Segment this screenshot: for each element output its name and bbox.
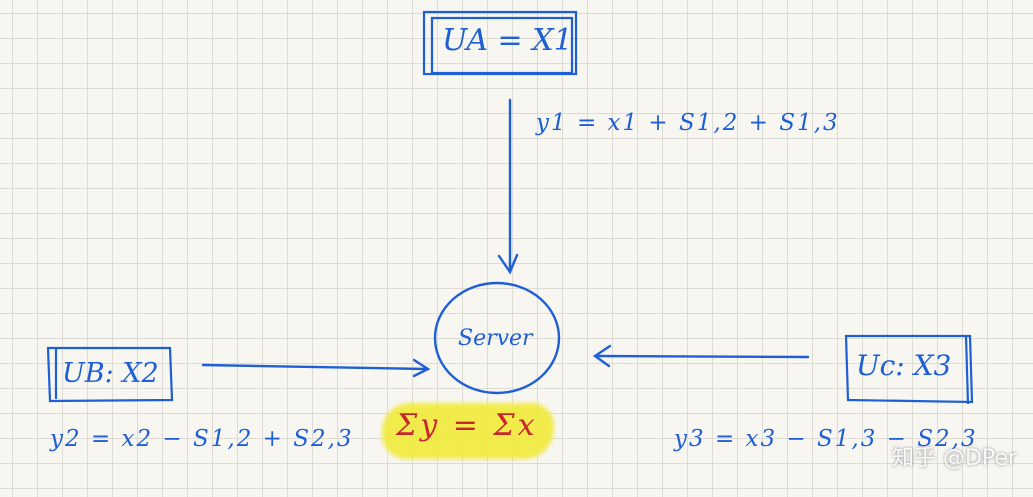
server-label: Server [458,326,533,351]
arrow-a-to-server [497,98,519,275]
arrow-c-to-server [592,344,810,368]
arrow-b-to-server [201,358,431,378]
user-c-label: Uc: X3 [856,349,952,382]
equation-y1: y1 = x1 + S1,2 + S1,3 [536,110,840,136]
sum-equation: Σy = Σx [396,408,538,443]
user-b-label: UB: X2 [62,358,159,389]
watermark: 知乎 @DPer [892,446,1017,471]
equation-y2: y2 = x2 − S1,2 + S2,3 [50,426,354,452]
user-a-label: UA = X1 [442,23,573,58]
